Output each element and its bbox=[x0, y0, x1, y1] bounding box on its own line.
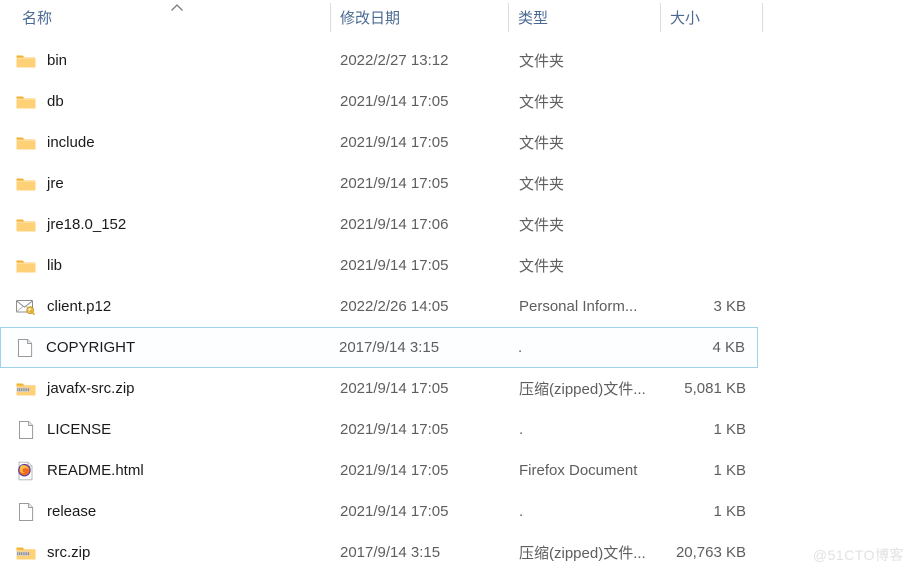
table-row[interactable]: lib 2021/9/14 17:05 文件夹 bbox=[0, 245, 758, 286]
table-row[interactable]: jre18.0_152 2021/9/14 17:06 文件夹 bbox=[0, 204, 758, 245]
column-separator[interactable] bbox=[762, 3, 763, 32]
file-name-label: release bbox=[47, 503, 97, 520]
column-header-size[interactable]: 大小 bbox=[670, 0, 700, 34]
cell-name[interactable]: jre18.0_152 bbox=[15, 205, 315, 244]
cell-name[interactable]: jre bbox=[15, 164, 315, 203]
cell-date-modified: 2022/2/26 14:05 bbox=[340, 298, 449, 315]
cell-name[interactable]: db bbox=[15, 82, 315, 121]
cell-date-modified: 2021/9/14 17:05 bbox=[340, 503, 449, 520]
cell-name[interactable]: README.html bbox=[15, 451, 315, 490]
file-name-label: db bbox=[47, 93, 64, 110]
cell-date-modified: 2021/9/14 17:05 bbox=[340, 421, 449, 438]
column-header-name-label: 名称 bbox=[22, 9, 53, 27]
cell-size bbox=[601, 205, 746, 244]
table-row[interactable]: src.zip 2017/9/14 3:15 压缩(zipped)文件... 20,7… bbox=[0, 532, 758, 573]
cell-size: 3 KB bbox=[713, 298, 746, 315]
sort-ascending-arrow-icon bbox=[170, 3, 184, 13]
cell-size bbox=[601, 164, 746, 203]
file-name-label: include bbox=[47, 134, 95, 151]
column-separator[interactable] bbox=[508, 3, 509, 32]
cell-date-modified: 2021/9/14 17:05 bbox=[340, 462, 449, 479]
cell-size: 1 KB bbox=[713, 421, 746, 438]
folder-icon bbox=[15, 214, 37, 236]
cell-size bbox=[601, 82, 746, 121]
cell-name[interactable]: COPYRIGHT bbox=[14, 328, 314, 367]
cell-size bbox=[601, 123, 746, 162]
cell-size: 4 KB bbox=[712, 339, 745, 356]
blank-document-icon bbox=[14, 337, 36, 359]
file-name-label: jre bbox=[47, 175, 64, 192]
table-row[interactable]: jre 2021/9/14 17:05 文件夹 bbox=[0, 163, 758, 204]
file-name-label: jre18.0_152 bbox=[47, 216, 127, 233]
folder-icon bbox=[15, 173, 37, 195]
certificate-icon bbox=[15, 296, 37, 318]
column-header-date-label: 修改日期 bbox=[340, 9, 401, 27]
table-row[interactable]: include 2021/9/14 17:05 文件夹 bbox=[0, 122, 758, 163]
file-name-label: bin bbox=[47, 52, 68, 69]
column-separator[interactable] bbox=[660, 3, 661, 32]
cell-size: 1 KB bbox=[713, 503, 746, 520]
column-header-date-modified[interactable]: 修改日期 bbox=[340, 0, 400, 34]
table-row[interactable]: release 2021/9/14 17:05. 1 KB bbox=[0, 491, 758, 532]
blank-document-icon bbox=[15, 419, 37, 441]
blank-document-icon bbox=[15, 501, 37, 523]
file-list: bin 2022/2/27 13:12 文件夹 db 2021/9/14 17:05 文件… bbox=[0, 40, 914, 573]
cell-date-modified: 2021/9/14 17:05 bbox=[340, 93, 449, 110]
table-row[interactable]: javafx-src.zip 2021/9/14 17:05 压缩(zipped)文… bbox=[0, 368, 758, 409]
cell-size: 1 KB bbox=[713, 462, 746, 479]
cell-date-modified: 2021/9/14 17:05 bbox=[340, 257, 449, 274]
cell-date-modified: 2022/2/27 13:12 bbox=[340, 52, 449, 69]
column-separator[interactable] bbox=[330, 3, 331, 32]
table-row[interactable]: LICENSE 2021/9/14 17:05. 1 KB bbox=[0, 409, 758, 450]
cell-name[interactable]: bin bbox=[15, 41, 315, 80]
cell-name[interactable]: src.zip bbox=[15, 533, 315, 572]
table-row[interactable]: db 2021/9/14 17:05 文件夹 bbox=[0, 81, 758, 122]
cell-name[interactable]: LICENSE bbox=[15, 410, 315, 449]
file-list-pane: 名称 修改日期 类型 大小 bin 2022/2/27 13:12 文件夹 db 202… bbox=[0, 0, 914, 573]
folder-icon bbox=[15, 50, 37, 72]
table-row[interactable]: COPYRIGHT 2017/9/14 3:15. 4 KB bbox=[0, 327, 758, 368]
file-name-label: client.p12 bbox=[47, 298, 112, 315]
cell-name[interactable]: javafx-src.zip bbox=[15, 369, 315, 408]
cell-size bbox=[601, 41, 746, 80]
column-header-bar: 名称 修改日期 类型 大小 bbox=[0, 0, 914, 34]
table-row[interactable]: README.html 2021/9/14 17:05 Firefox Docume… bbox=[0, 450, 758, 491]
cell-date-modified: 2017/9/14 3:15 bbox=[339, 339, 440, 356]
file-name-label: javafx-src.zip bbox=[47, 380, 135, 397]
folder-icon bbox=[15, 91, 37, 113]
file-name-label: src.zip bbox=[47, 544, 91, 561]
file-name-label: LICENSE bbox=[47, 421, 112, 438]
firefox-icon bbox=[15, 460, 37, 482]
file-name-label: README.html bbox=[47, 462, 144, 479]
folder-icon bbox=[15, 255, 37, 277]
table-row[interactable]: bin 2022/2/27 13:12 文件夹 bbox=[0, 40, 758, 81]
cell-date-modified: 2021/9/14 17:05 bbox=[340, 134, 449, 151]
cell-name[interactable]: release bbox=[15, 492, 315, 531]
cell-size: 20,763 KB bbox=[675, 544, 746, 561]
column-header-name[interactable]: 名称 bbox=[22, 0, 52, 34]
cell-name[interactable]: client.p12 bbox=[15, 287, 315, 326]
watermark: @51CTO博客 bbox=[812, 547, 904, 563]
cell-size bbox=[601, 246, 746, 285]
column-header-type-label: 类型 bbox=[518, 9, 549, 27]
cell-size: 5,081 KB bbox=[684, 380, 746, 397]
file-name-label: lib bbox=[47, 257, 63, 274]
cell-date-modified: 2017/9/14 3:15 bbox=[340, 544, 441, 561]
cell-date-modified: 2021/9/14 17:06 bbox=[340, 216, 449, 233]
zipped-folder-icon bbox=[15, 542, 37, 564]
folder-icon bbox=[15, 132, 37, 154]
column-header-type[interactable]: 类型 bbox=[518, 0, 548, 34]
cell-date-modified: 2021/9/14 17:05 bbox=[340, 175, 449, 192]
cell-name[interactable]: include bbox=[15, 123, 315, 162]
cell-name[interactable]: lib bbox=[15, 246, 315, 285]
table-row[interactable]: client.p12 2022/2/26 14:05 Personal Inform… bbox=[0, 286, 758, 327]
cell-date-modified: 2021/9/14 17:05 bbox=[340, 380, 449, 397]
zipped-folder-icon bbox=[15, 378, 37, 400]
file-name-label: COPYRIGHT bbox=[46, 339, 136, 356]
column-header-size-label: 大小 bbox=[670, 9, 701, 27]
